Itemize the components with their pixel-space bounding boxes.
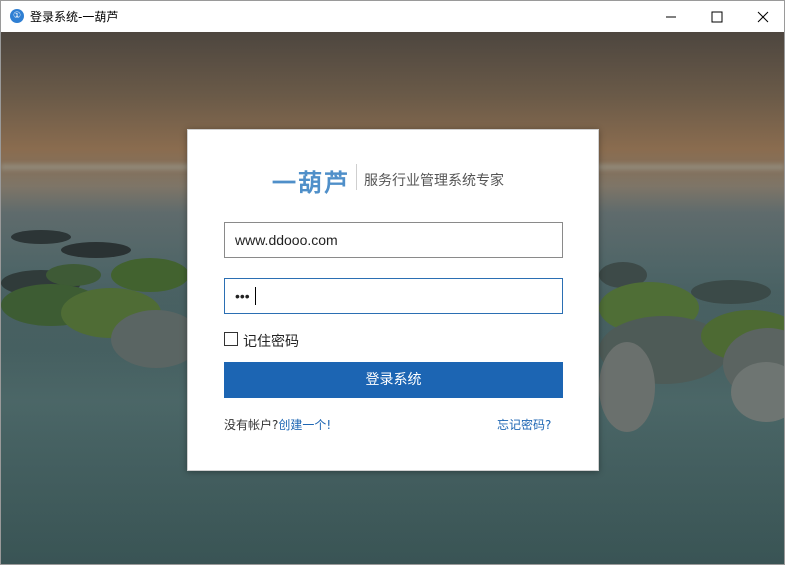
login-panel: 一葫芦 服务行业管理系统专家 www.ddooo.com ••• 记住密码 登录… bbox=[187, 129, 599, 471]
remember-checkbox[interactable] bbox=[224, 332, 238, 346]
username-input[interactable]: www.ddooo.com bbox=[224, 222, 563, 258]
brand-logo: 一葫芦 bbox=[272, 169, 350, 197]
app-icon: ① bbox=[10, 9, 24, 23]
forgot-password-link[interactable]: 忘记密码? bbox=[497, 416, 551, 433]
signup-prefix: 没有帐户? bbox=[224, 418, 279, 432]
minimize-button[interactable] bbox=[648, 1, 694, 32]
password-input[interactable]: ••• bbox=[224, 278, 563, 314]
rock bbox=[111, 258, 189, 292]
window-title: 登录系统-一葫芦 bbox=[30, 10, 119, 24]
username-value: www.ddooo.com bbox=[235, 232, 338, 248]
rock bbox=[599, 342, 655, 432]
login-button[interactable]: 登录系统 bbox=[224, 362, 563, 398]
maximize-button[interactable] bbox=[694, 1, 740, 32]
close-icon bbox=[757, 11, 769, 23]
maximize-icon bbox=[711, 11, 723, 23]
remember-label: 记住密码 bbox=[243, 334, 299, 350]
brand-slogan: 服务行业管理系统专家 bbox=[364, 173, 504, 189]
rock bbox=[691, 280, 771, 304]
login-window: ① 登录系统-一葫芦 一葫芦 服务行业管理系统专家 www.ddooo.com … bbox=[0, 0, 785, 565]
create-account-link[interactable]: 创建一个! bbox=[278, 418, 331, 432]
signup-row: 没有帐户?创建一个! bbox=[224, 416, 331, 433]
minimize-icon bbox=[666, 16, 676, 18]
close-button[interactable] bbox=[740, 1, 784, 32]
brand-divider bbox=[356, 164, 357, 190]
rock bbox=[61, 242, 131, 258]
title-bar[interactable]: ① 登录系统-一葫芦 bbox=[1, 1, 784, 32]
text-caret bbox=[255, 287, 256, 305]
rock bbox=[11, 230, 71, 244]
password-value: ••• bbox=[235, 288, 250, 304]
rock bbox=[46, 264, 101, 286]
